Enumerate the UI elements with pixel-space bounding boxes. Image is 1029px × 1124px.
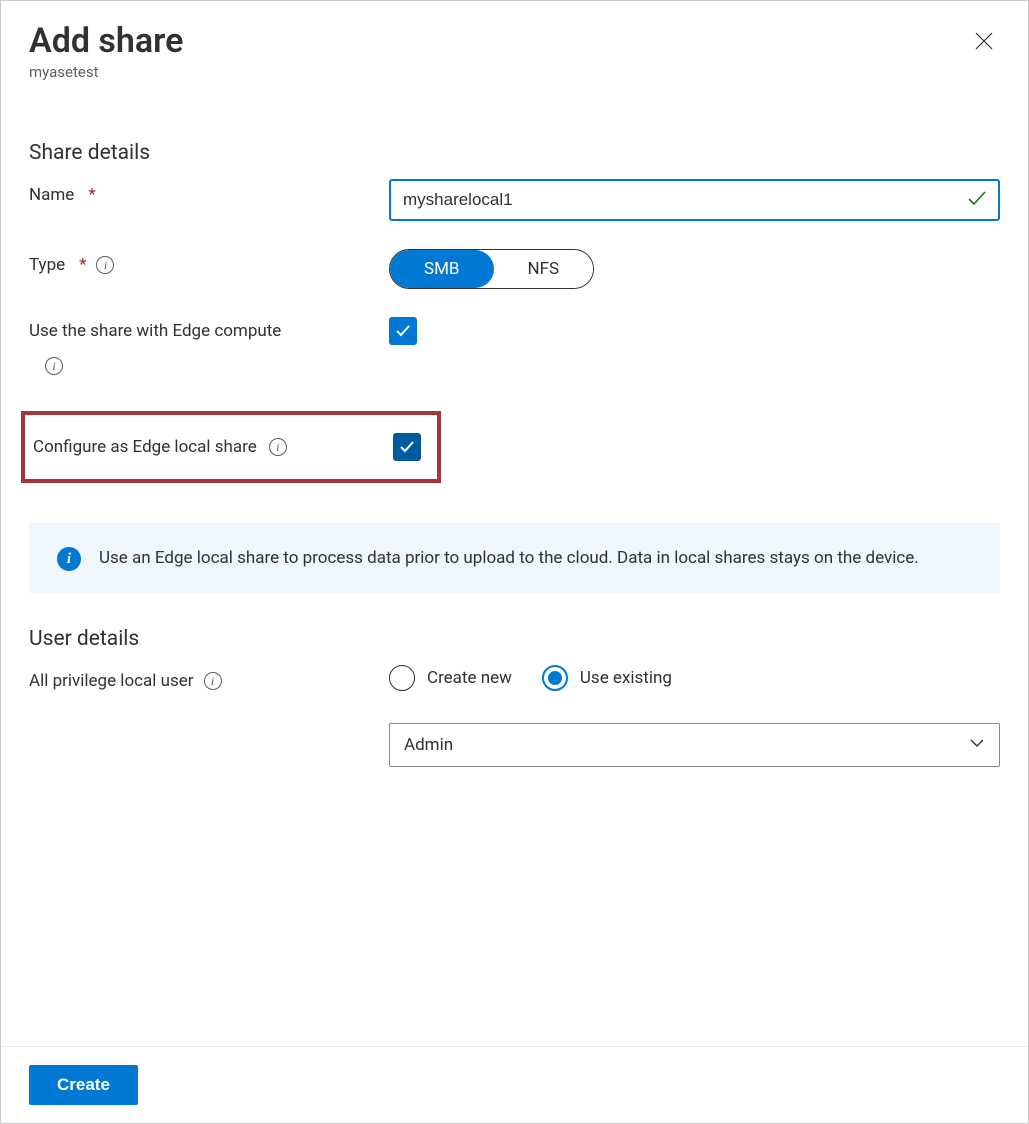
- type-label: Type: [29, 255, 65, 275]
- valid-icon: [966, 187, 988, 213]
- close-icon: [975, 32, 993, 50]
- check-icon: [398, 438, 416, 456]
- name-label: Name: [29, 185, 74, 205]
- edge-local-checkbox[interactable]: [393, 433, 421, 461]
- close-button[interactable]: [968, 25, 1000, 57]
- edge-local-highlight: Configure as Edge local share i: [21, 411, 441, 483]
- existing-user-value: Admin: [404, 735, 453, 755]
- type-option-smb[interactable]: SMB: [390, 250, 494, 288]
- user-details-heading: User details: [29, 627, 1000, 651]
- required-asterisk: *: [88, 185, 95, 205]
- check-icon: [394, 322, 412, 340]
- info-icon[interactable]: i: [269, 438, 287, 456]
- info-banner: i Use an Edge local share to process dat…: [29, 523, 1000, 593]
- edge-local-label: Configure as Edge local share: [33, 437, 257, 457]
- edge-compute-checkbox[interactable]: [389, 317, 417, 345]
- info-icon[interactable]: i: [204, 672, 222, 690]
- page-subtitle: myasetest: [29, 63, 1000, 81]
- type-option-nfs[interactable]: NFS: [494, 250, 594, 288]
- user-radio-create-label: Create new: [427, 668, 512, 688]
- user-radio-create-new[interactable]: Create new: [389, 665, 512, 691]
- footer: Create: [1, 1046, 1028, 1123]
- user-label: All privilege local user: [29, 671, 194, 691]
- share-details-heading: Share details: [29, 141, 1000, 165]
- user-radio-use-existing[interactable]: Use existing: [542, 665, 672, 691]
- existing-user-select[interactable]: Admin: [389, 723, 1000, 767]
- info-icon: i: [57, 547, 81, 571]
- create-button[interactable]: Create: [29, 1065, 138, 1105]
- name-input[interactable]: [389, 179, 1000, 221]
- required-asterisk: *: [79, 255, 86, 275]
- edge-compute-label: Use the share with Edge compute: [29, 321, 389, 341]
- info-banner-text: Use an Edge local share to process data …: [99, 545, 919, 571]
- type-segmented: SMB NFS: [389, 249, 594, 289]
- info-icon[interactable]: i: [45, 357, 63, 375]
- page-title: Add share: [29, 21, 968, 61]
- chevron-down-icon: [968, 734, 986, 756]
- info-icon[interactable]: i: [96, 256, 114, 274]
- user-radio-existing-label: Use existing: [580, 668, 672, 688]
